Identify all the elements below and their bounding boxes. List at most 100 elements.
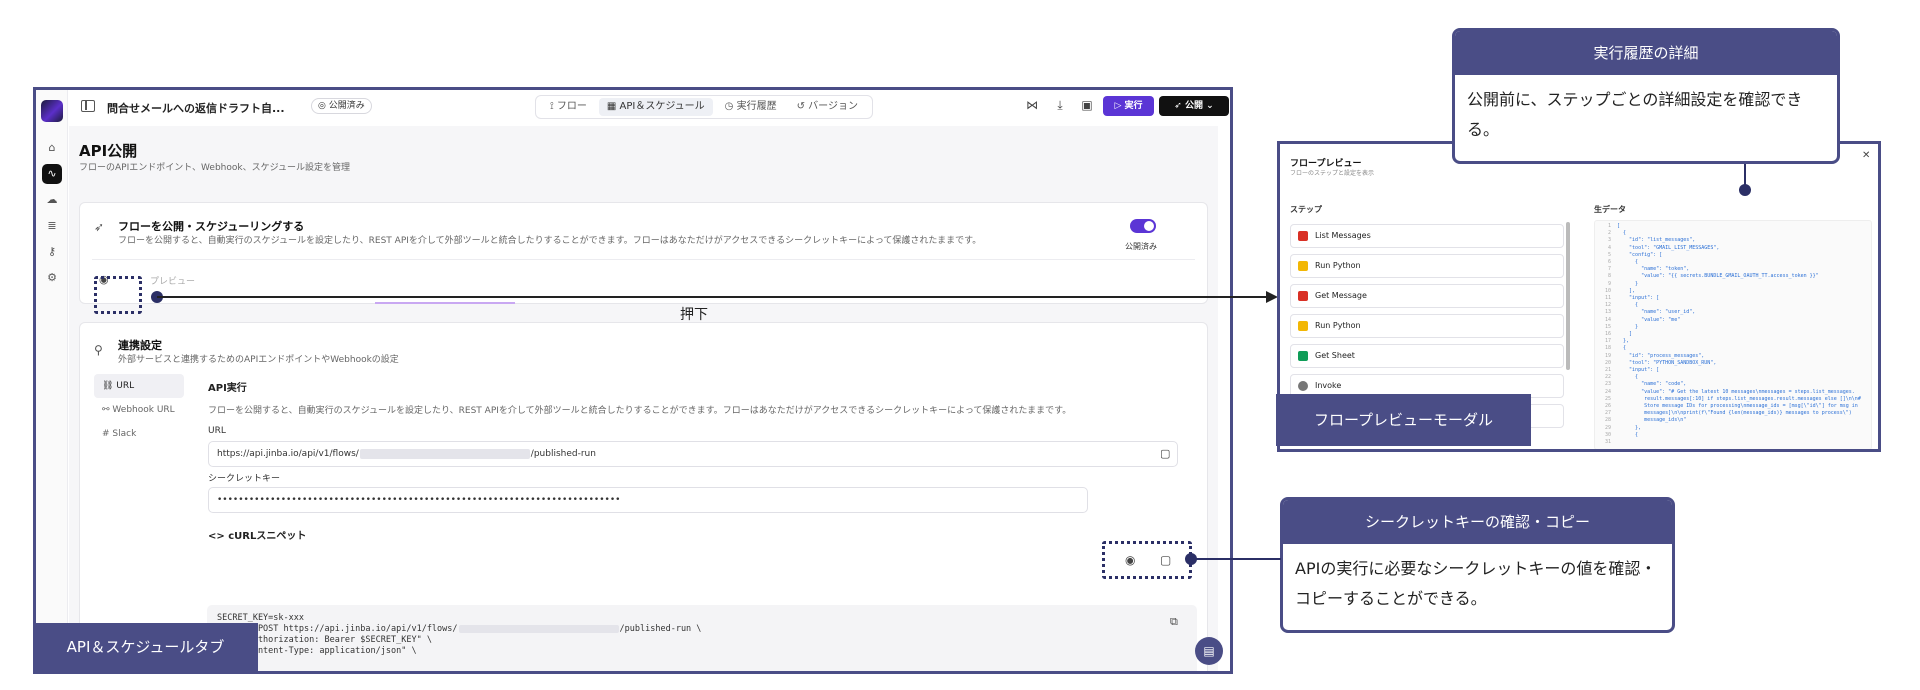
- tab-flow[interactable]: ⟟ フロー: [542, 98, 595, 116]
- raw-json: 1 2 3 4 5 6 7 8 9 10 11 12 13 14 15 16 1…: [1594, 220, 1872, 449]
- step-label: Invoke: [1315, 381, 1342, 390]
- clipboard-icon[interactable]: ▢: [1160, 447, 1170, 460]
- globe-icon: ◎: [318, 101, 329, 111]
- step-item[interactable]: List Messages: [1290, 224, 1564, 248]
- download-icon[interactable]: ⤓: [1052, 98, 1068, 113]
- url-prefix: https://api.jinba.io/api/v1/flows/: [217, 449, 359, 459]
- eye-icon[interactable]: ◉: [1125, 553, 1135, 567]
- rocket-icon: ➶: [1174, 101, 1185, 111]
- code-line: SECRET_KEY=sk-xxx: [217, 613, 304, 623]
- settings-icon[interactable]: ⚙: [42, 268, 62, 288]
- save-icon[interactable]: ▣: [1079, 98, 1095, 112]
- subnav-label: URL: [116, 381, 135, 391]
- step-item[interactable]: Get Sheet: [1290, 344, 1564, 368]
- copy-icon[interactable]: ⧉: [1170, 615, 1178, 629]
- callout-title: 実行履歴の詳細: [1455, 31, 1837, 75]
- step-label: Run Python: [1315, 261, 1361, 270]
- plug-icon: ⚲: [94, 343, 103, 357]
- status-badge-label: 公開済み: [328, 101, 365, 111]
- publish-card-description: フローを公開すると、自動実行のスケジュールを設定したり、REST APIを介して…: [118, 236, 982, 246]
- share-icon[interactable]: ⋈: [1024, 98, 1040, 112]
- steps-label: ステップ: [1290, 205, 1322, 214]
- sidebar: ⌂ ∿ ☁ ≣ ⚷ ⚙: [36, 90, 68, 671]
- tab-run-history[interactable]: ◷ 実行履歴: [717, 98, 785, 116]
- step-label: Get Sheet: [1315, 351, 1355, 360]
- activity-icon[interactable]: ∿: [42, 164, 62, 184]
- close-icon[interactable]: ✕: [1862, 150, 1870, 161]
- url-field[interactable]: https://api.jinba.io/api/v1/flows/ /publi…: [208, 441, 1178, 467]
- secret-actions-highlight: [1102, 541, 1192, 579]
- top-bar: 問合せメールへの返信ドラフト自... ◎ 公開済み ⟟ フロー ▦ API＆スケ…: [69, 90, 1230, 126]
- tab-label: 実行履歴: [736, 101, 777, 112]
- tab-label: フロー: [556, 101, 587, 112]
- run-button[interactable]: ▷ 実行: [1103, 96, 1154, 116]
- flow-preview-modal-label: フロープレビューモーダル: [1276, 394, 1531, 446]
- step-item[interactable]: Run Python: [1290, 314, 1564, 338]
- publish-button[interactable]: ➶ 公開 ⌄: [1159, 96, 1229, 116]
- python-icon: [1298, 321, 1308, 331]
- chevron-down-icon: ⌄: [1203, 101, 1214, 111]
- tab-versions[interactable]: ↺ バージョン: [789, 98, 866, 116]
- main-content: API公開 フローのAPIエンドポイント、Webhook、スケジュール設定を管理…: [69, 126, 1218, 671]
- code-line: -H "Content-Type: application/json" \: [217, 646, 417, 656]
- divider: [92, 259, 1195, 260]
- sidebar-toggle-icon[interactable]: [81, 100, 95, 112]
- cloud-icon[interactable]: ☁: [42, 190, 62, 210]
- arrow-line: [157, 296, 1267, 298]
- page-subtitle: フローのAPIエンドポイント、Webhook、スケジュール設定を管理: [79, 163, 350, 173]
- url-suffix: /published-run: [530, 449, 596, 459]
- press-label: 押下: [680, 307, 708, 323]
- publish-toggle[interactable]: [1130, 219, 1156, 233]
- code-icon: <>: [208, 531, 229, 542]
- home-icon[interactable]: ⌂: [42, 138, 62, 158]
- api-schedule-tab-label: API＆スケジュールタブ: [33, 623, 258, 671]
- app-logo[interactable]: [41, 100, 63, 122]
- preview-highlight: [94, 276, 142, 314]
- run-button-label: 実行: [1124, 101, 1143, 111]
- tab-api-schedule[interactable]: ▦ API＆スケジュール: [598, 98, 713, 116]
- line-numbers: 1 2 3 4 5 6 7 8 9 10 11 12 13 14 15 16 1…: [1604, 223, 1611, 446]
- gmail-icon: [1298, 291, 1308, 301]
- modal-subtitle: フローのステップと設定を表示: [1290, 170, 1375, 177]
- subnav-slack[interactable]: # Slack: [94, 422, 184, 446]
- integration-card-description: 外部サービスと連携するためのAPIエンドポイントやWebhookの設定: [118, 355, 399, 365]
- code-line: curl -X POST https://api.jinba.io/api/v1…: [217, 624, 1187, 635]
- key-icon[interactable]: ⚷: [42, 242, 62, 262]
- subnav-url[interactable]: ⛓ URL: [94, 374, 184, 398]
- subnav-webhook[interactable]: ⚯ Webhook URL: [94, 398, 184, 422]
- secret-key-field[interactable]: ••••••••••••••••••••••••••••••••••••••••…: [208, 487, 1088, 513]
- sheets-icon: [1298, 351, 1308, 361]
- tab-bar: ⟟ フロー ▦ API＆スケジュール ◷ 実行履歴 ↺ バージョン: [535, 95, 873, 119]
- step-label: Get Message: [1315, 291, 1367, 300]
- curl-label: cURLスニペット: [228, 531, 307, 542]
- tab-indicator: [375, 302, 515, 304]
- publish-card: ➶ フローを公開・スケジューリングする フローを公開すると、自動実行のスケジュー…: [79, 202, 1208, 304]
- code-text: /published-run \: [619, 624, 702, 634]
- publish-toggle-label: 公開済み: [1125, 242, 1157, 251]
- tab-label: バージョン: [808, 101, 858, 112]
- python-icon: [1298, 261, 1308, 271]
- flow-icon: ⟟: [550, 101, 557, 112]
- chat-button[interactable]: ▤: [1195, 637, 1223, 665]
- callout-body: APIの実行に必要なシークレットキーの値を確認・コピーすることができる。: [1295, 559, 1657, 608]
- step-item[interactable]: Run Python: [1290, 254, 1564, 278]
- steps-scrollbar[interactable]: [1566, 222, 1570, 370]
- slack-icon: #: [102, 429, 113, 439]
- integration-card-title: 連携設定: [118, 339, 162, 352]
- flow-title: 問合せメールへの返信ドラフト自...: [107, 102, 285, 115]
- subnav-label: Webhook URL: [112, 405, 175, 415]
- api-section-description: フローを公開すると、自動実行のスケジュールを設定したり、REST APIを介して…: [208, 406, 1072, 416]
- database-icon[interactable]: ≣: [42, 216, 62, 236]
- callout-title: シークレットキーの確認・コピー: [1283, 500, 1672, 544]
- invoke-icon: [1298, 381, 1308, 391]
- step-item[interactable]: Get Message: [1290, 284, 1564, 308]
- connector-dot: [1739, 184, 1751, 196]
- url-label: URL: [208, 426, 226, 436]
- tab-label: API＆スケジュール: [619, 101, 705, 112]
- clipboard-icon[interactable]: ▢: [1160, 553, 1171, 567]
- status-badge: ◎ 公開済み: [311, 98, 372, 114]
- code-line: -H "Authorization: Bearer $SECRET_KEY" \: [217, 635, 432, 645]
- subnav-label: Slack: [112, 429, 137, 439]
- clock-icon: ◷: [724, 101, 737, 112]
- curl-title: <> cURLスニペット: [208, 527, 306, 542]
